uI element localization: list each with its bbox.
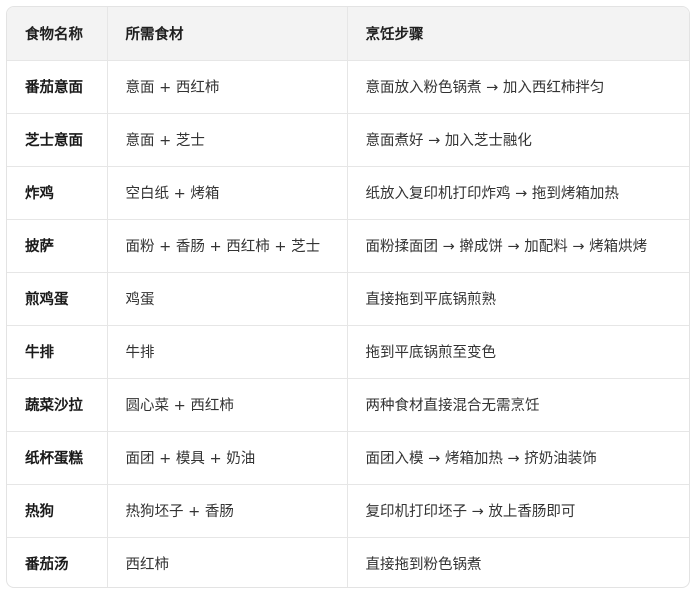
table-row: 番茄意面 意面 + 西红柿 意面放入粉色锅煮 → 加入西红柿拌匀 [7, 60, 689, 114]
steps-cell: 复印机打印坯子 → 放上香肠即可 [347, 484, 689, 538]
food-name-cell: 纸杯蛋糕 [7, 431, 108, 485]
header-cooking-steps: 烹饪步骤 [347, 7, 689, 61]
steps-cell: 两种食材直接混合无需烹饪 [347, 378, 689, 432]
header-ingredients: 所需食材 [107, 7, 348, 61]
steps-cell: 直接拖到平底锅煎熟 [347, 272, 689, 326]
table-row: 牛排 牛排 拖到平底锅煎至变色 [7, 325, 689, 379]
ingredients-cell: 面粉 + 香肠 + 西红柿 + 芝士 [107, 219, 348, 273]
ingredients-cell: 鸡蛋 [107, 272, 348, 326]
food-name-cell: 披萨 [7, 219, 108, 273]
steps-cell: 意面放入粉色锅煮 → 加入西红柿拌匀 [347, 60, 689, 114]
ingredients-cell: 意面 + 芝士 [107, 113, 348, 167]
food-name-cell: 番茄汤 [7, 537, 108, 587]
food-name-cell: 番茄意面 [7, 60, 108, 114]
table-row: 煎鸡蛋 鸡蛋 直接拖到平底锅煎熟 [7, 272, 689, 326]
ingredients-cell: 牛排 [107, 325, 348, 379]
ingredients-cell: 空白纸 + 烤箱 [107, 166, 348, 220]
steps-cell: 纸放入复印机打印炸鸡 → 拖到烤箱加热 [347, 166, 689, 220]
ingredients-cell: 西红柿 [107, 537, 348, 587]
food-name-cell: 芝士意面 [7, 113, 108, 167]
steps-cell: 直接拖到粉色锅煮 [365, 557, 482, 574]
food-name-cell: 蔬菜沙拉 [7, 378, 108, 432]
table-row: 蔬菜沙拉 圆心菜 + 西红柿 两种食材直接混合无需烹饪 [7, 378, 689, 432]
steps-cell: 面团入模 → 烤箱加热 → 挤奶油装饰 [347, 431, 689, 485]
table-row: 热狗 热狗坯子 + 香肠 复印机打印坯子 → 放上香肠即可 [7, 484, 689, 538]
steps-cell: 面粉揉面团 → 擀成饼 → 加配料 → 烤箱烘烤 [347, 219, 689, 273]
food-name-cell: 煎鸡蛋 [7, 272, 108, 326]
table-row: 披萨 面粉 + 香肠 + 西红柿 + 芝士 面粉揉面团 → 擀成饼 → 加配料 … [7, 219, 689, 273]
table-row: 番茄汤 西红柿 直接拖到粉色锅煮 [7, 537, 689, 587]
table-body: 番茄意面 意面 + 西红柿 意面放入粉色锅煮 → 加入西红柿拌匀 芝士意面 意面… [7, 60, 689, 587]
header-food-name: 食物名称 [7, 7, 108, 61]
header-row: 食物名称 所需食材 烹饪步骤 [7, 7, 689, 61]
table-row: 纸杯蛋糕 面团 + 模具 + 奶油 面团入模 → 烤箱加热 → 挤奶油装饰 [7, 431, 689, 485]
table-row: 芝士意面 意面 + 芝士 意面煮好 → 加入芝士融化 [7, 113, 689, 167]
ingredients-cell: 热狗坯子 + 香肠 [107, 484, 348, 538]
steps-cell: 意面煮好 → 加入芝士融化 [347, 113, 689, 167]
ingredients-cell: 意面 + 西红柿 [107, 60, 348, 114]
food-name-cell: 牛排 [7, 325, 108, 379]
recipe-table-container: 食物名称 所需食材 烹饪步骤 番茄意面 意面 + 西红柿 意面放入粉色锅煮 → … [6, 6, 690, 588]
recipe-table: 食物名称 所需食材 烹饪步骤 番茄意面 意面 + 西红柿 意面放入粉色锅煮 → … [7, 7, 689, 587]
table-header: 食物名称 所需食材 烹饪步骤 [7, 7, 689, 61]
food-name-cell: 炸鸡 [7, 166, 108, 220]
ingredients-cell: 面团 + 模具 + 奶油 [107, 431, 348, 485]
steps-cell: 拖到平底锅煎至变色 [347, 325, 689, 379]
ingredients-cell: 圆心菜 + 西红柿 [107, 378, 348, 432]
food-name-cell: 热狗 [7, 484, 108, 538]
table-row: 炸鸡 空白纸 + 烤箱 纸放入复印机打印炸鸡 → 拖到烤箱加热 [7, 166, 689, 220]
